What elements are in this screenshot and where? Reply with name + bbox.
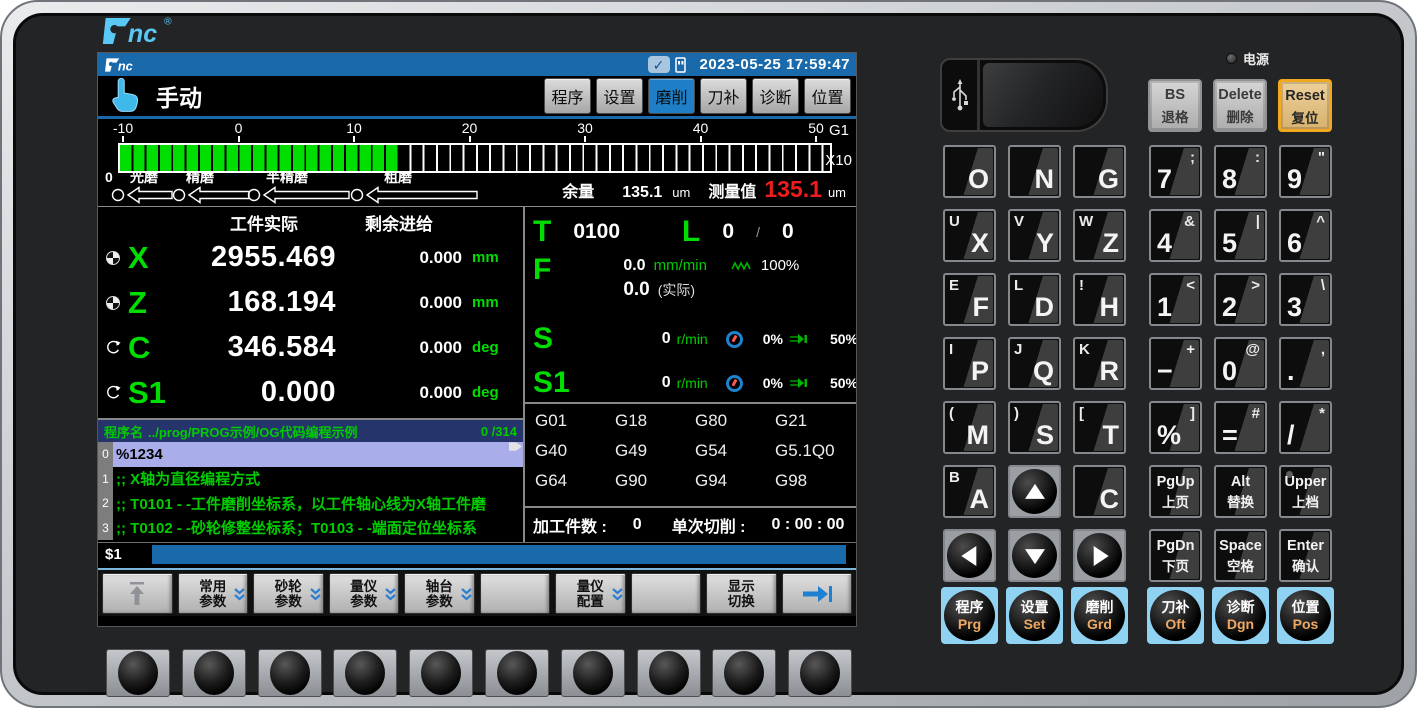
fkey-oft[interactable]: 刀补Oft [1147,587,1204,644]
fkey-label-zh: 诊断 [1227,599,1255,615]
fkey-label-zh: 程序 [956,599,984,615]
screen-function-keys: 程序Prg 设置Set 磨削Grd 刀补Oft 诊断Dgn 位置Pos [2,2,1415,706]
button-dome: 位置Pos [1280,590,1331,641]
fkey-label-en: Oft [1165,616,1185,632]
device-frame: nc ® nc ✓ 2023-05-25 17:59:47 [0,0,1417,708]
button-dome: 程序Prg [944,590,995,641]
fkey-set[interactable]: 设置Set [1006,587,1063,644]
button-dome: 诊断Dgn [1215,590,1266,641]
fkey-label-zh: 位置 [1292,599,1320,615]
fkey-label-zh: 刀补 [1162,599,1190,615]
fkey-label-en: Set [1024,616,1046,632]
fkey-grd[interactable]: 磨削Grd [1071,587,1128,644]
fkey-label-en: Grd [1087,616,1112,632]
fkey-dgn[interactable]: 诊断Dgn [1212,587,1269,644]
fkey-pos[interactable]: 位置Pos [1277,587,1334,644]
fkey-label-en: Dgn [1227,616,1254,632]
button-dome: 刀补Oft [1150,590,1201,641]
fkey-label-en: Pos [1293,616,1319,632]
fkey-label-en: Prg [958,616,981,632]
fkey-label-zh: 磨削 [1086,599,1114,615]
button-dome: 设置Set [1009,590,1060,641]
fkey-prg[interactable]: 程序Prg [941,587,998,644]
fkey-label-zh: 设置 [1021,599,1049,615]
button-dome: 磨削Grd [1074,590,1125,641]
